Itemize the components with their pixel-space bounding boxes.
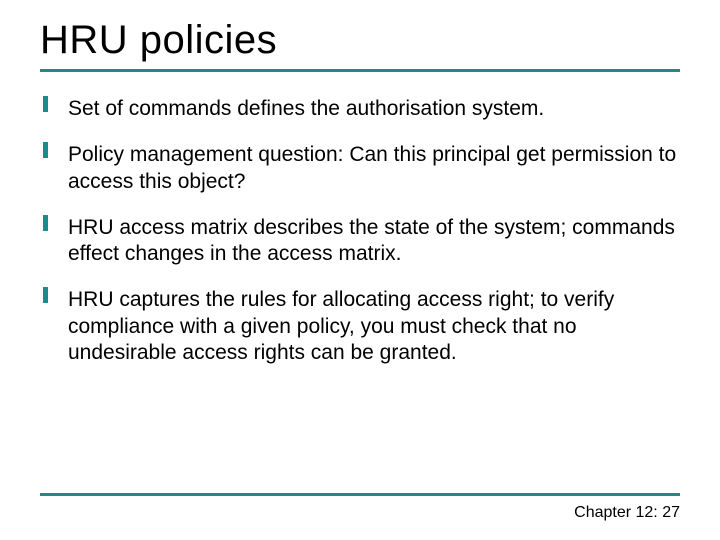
bullet-list: Set of commands defines the authorisatio… <box>40 96 680 366</box>
bullet-icon <box>40 285 54 299</box>
bullet-text: Policy management question: Can this pri… <box>68 143 676 192</box>
bullet-icon <box>40 140 54 154</box>
list-item: HRU access matrix describes the state of… <box>40 215 680 268</box>
bullet-text: HRU access matrix describes the state of… <box>68 216 675 265</box>
list-item: HRU captures the rules for allocating ac… <box>40 287 680 366</box>
slide: HRU policies Set of commands defines the… <box>0 0 720 540</box>
bullet-text: HRU captures the rules for allocating ac… <box>68 288 614 364</box>
bullet-icon <box>40 213 54 227</box>
footer-text: Chapter 12: 27 <box>574 504 680 522</box>
footer-underline <box>40 493 680 496</box>
title-underline <box>40 69 680 72</box>
list-item: Set of commands defines the authorisatio… <box>40 96 680 122</box>
bullet-icon <box>40 94 54 108</box>
list-item: Policy management question: Can this pri… <box>40 142 680 195</box>
bullet-text: Set of commands defines the authorisatio… <box>68 97 544 120</box>
page-title: HRU policies <box>40 18 680 63</box>
